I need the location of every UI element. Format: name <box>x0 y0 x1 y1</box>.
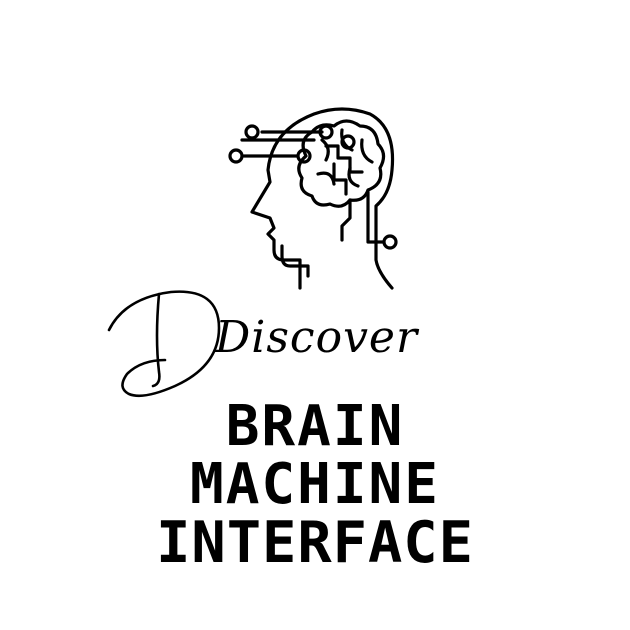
head-circuit-brain-icon <box>228 107 398 290</box>
headline-line-interface: INTERFACE <box>156 510 474 576</box>
headline-line-machine: MACHINE <box>189 452 440 517</box>
poster: Discover BRAIN MACHINE INTERFACE <box>0 0 630 630</box>
headline-line-brain: BRAIN <box>225 394 405 459</box>
discover-word: Discover <box>215 312 418 363</box>
headline-title: BRAIN MACHINE INTERFACE <box>0 394 630 576</box>
